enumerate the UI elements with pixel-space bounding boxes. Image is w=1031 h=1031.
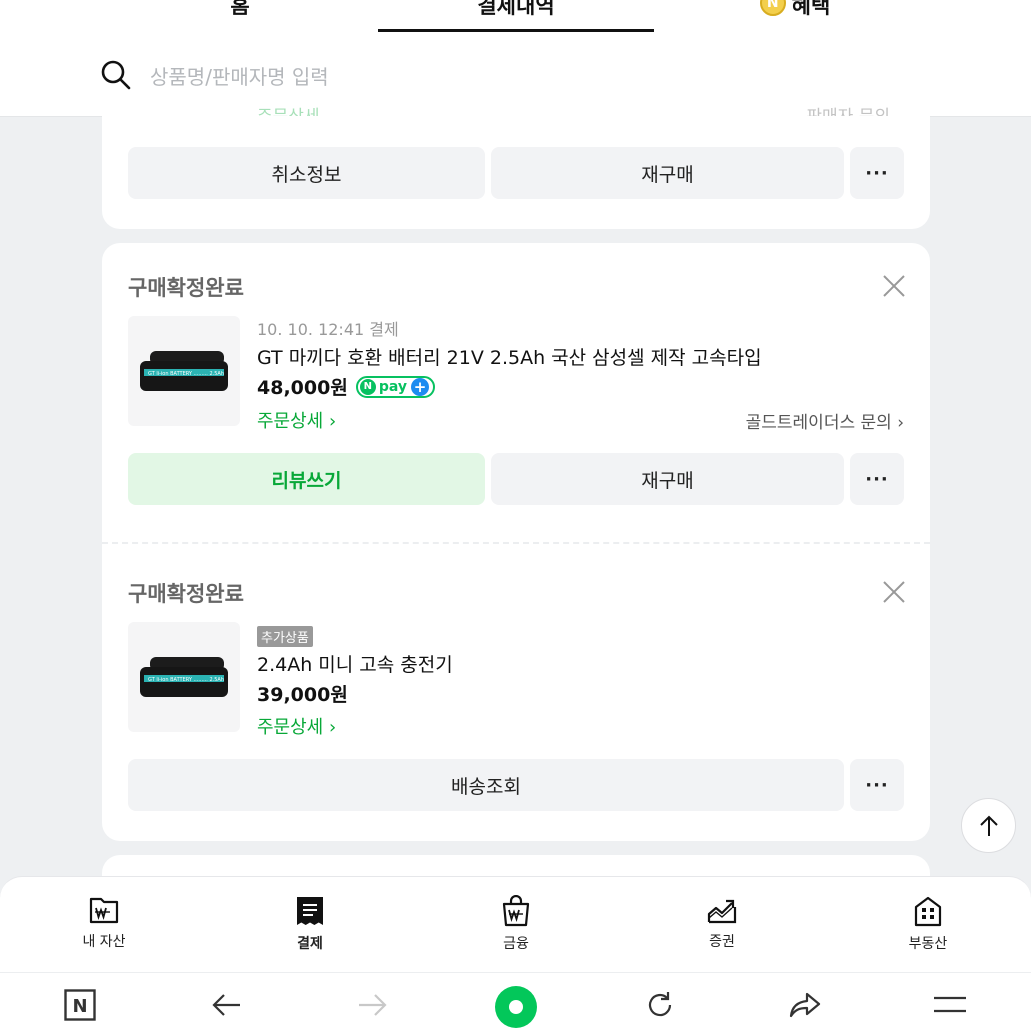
forward-button[interactable]: [355, 990, 389, 1020]
order-card: 구매확정완료 GT li-ion BATTERY ......... 2.5Ah…: [102, 243, 930, 841]
additional-item-tag: 추가상품: [257, 626, 313, 647]
nav-stocks-label: 증권: [709, 934, 735, 950]
npay-plus-icon: +: [410, 377, 429, 396]
npay-badge: N pay +: [355, 375, 435, 398]
search-icon: [101, 60, 131, 90]
rebuy-label: 재구매: [641, 163, 694, 186]
svg-text:GT li-ion BATTERY ......... 2.: GT li-ion BATTERY ......... 2.5Ah: [148, 677, 224, 683]
back-button[interactable]: [210, 990, 244, 1020]
coin-icon: N: [759, 0, 786, 16]
tab-home-label: 홈: [230, 0, 250, 18]
price-value: 48,000원: [257, 377, 348, 399]
green-dot-icon: [495, 986, 537, 1028]
rebuy-button[interactable]: 재구매: [491, 453, 844, 505]
more-button[interactable]: ···: [850, 147, 904, 199]
rebuy-button[interactable]: 재구매: [491, 147, 844, 199]
product-price: 39,000원: [257, 680, 348, 707]
rebuy-label: 재구매: [641, 469, 694, 492]
write-review-label: 리뷰쓰기: [271, 469, 342, 492]
more-icon: ···: [865, 162, 889, 184]
product-thumbnail[interactable]: GT li-ion BATTERY ......... 2.5Ah: [128, 622, 240, 732]
close-icon[interactable]: [882, 274, 906, 298]
green-dot-button[interactable]: [494, 985, 538, 1029]
order-detail-link[interactable]: 주문상세 ›: [257, 713, 336, 739]
npay-n-icon: N: [359, 378, 376, 395]
order-status: 구매확정완료: [128, 582, 244, 606]
refresh-icon: [648, 992, 672, 1017]
delivery-tracking-label: 배송조회: [451, 775, 521, 798]
refresh-button[interactable]: [643, 990, 677, 1020]
write-review-button[interactable]: 리뷰쓰기: [128, 453, 485, 505]
share-icon: [789, 992, 821, 1018]
browser-toolbar: N: [0, 972, 1031, 1031]
order-detail-link-partial[interactable]: 주문상세: [257, 102, 320, 116]
tab-benefits-label: 혜택: [791, 0, 831, 18]
nav-finance-label: 금융: [503, 936, 529, 952]
tab-payments-label: 결제내역: [477, 0, 555, 18]
nav-payments-label: 결제: [297, 936, 323, 952]
nav-real-estate[interactable]: 부동산: [878, 895, 978, 953]
forward-arrow-icon: [359, 994, 387, 1016]
more-icon: ···: [865, 774, 889, 796]
building-icon: [914, 896, 942, 927]
order-card-previous: 주문상세 판매자 문의 취소정보 재구매 ···: [102, 100, 930, 229]
tab-benefits[interactable]: N 혜택: [740, 0, 850, 32]
order-datetime: 10. 10. 12:41 결제: [257, 320, 399, 339]
search-bar[interactable]: 상품명/판매자명 입력: [100, 58, 329, 92]
more-button[interactable]: ···: [850, 759, 904, 811]
wallet-icon: [89, 897, 119, 924]
seller-inquiry-link[interactable]: 골드트레이더스 문의 ›: [746, 408, 904, 433]
nav-my-assets-label: 내 자산: [82, 934, 126, 950]
tab-home[interactable]: 홈: [200, 0, 280, 32]
delivery-tracking-button[interactable]: 배송조회: [128, 759, 844, 811]
cancel-info-label: 취소정보: [271, 163, 342, 186]
stock-chart-icon: [707, 899, 737, 924]
search-input[interactable]: 상품명/판매자명 입력: [150, 61, 329, 90]
dashed-divider: [102, 542, 930, 544]
charger-image-icon: GT li-ion BATTERY ......... 2.5Ah: [140, 657, 228, 697]
more-icon: ···: [865, 468, 889, 490]
product-price: 48,000원 N pay +: [257, 373, 435, 400]
naver-home-icon: N: [64, 989, 96, 1021]
arrow-up-icon: [979, 815, 998, 836]
seller-inquiry-link-partial[interactable]: 판매자 문의: [806, 102, 890, 116]
svg-text:GT li-ion BATTERY ......... 2.: GT li-ion BATTERY ......... 2.5Ah: [148, 371, 224, 377]
product-thumbnail[interactable]: GT li-ion BATTERY ......... 2.5Ah: [128, 316, 240, 426]
npay-label: pay: [378, 378, 407, 395]
order-status: 구매확정완료: [128, 276, 244, 300]
menu-icon: [934, 996, 966, 1013]
menu-button[interactable]: [933, 990, 967, 1020]
share-button[interactable]: [788, 990, 822, 1020]
nav-stocks[interactable]: 증권: [672, 895, 772, 951]
order-detail-link[interactable]: 주문상세 ›: [257, 407, 336, 433]
product-name[interactable]: GT 마끼다 호환 배터리 21V 2.5Ah 국산 삼성셀 제작 고속타입: [257, 343, 762, 370]
back-arrow-icon: [212, 994, 240, 1016]
naver-home-button[interactable]: N: [63, 989, 97, 1021]
scroll-top-button[interactable]: [961, 798, 1016, 853]
price-value: 39,000원: [257, 684, 348, 706]
battery-image-icon: GT li-ion BATTERY ......... 2.5Ah: [140, 351, 228, 391]
bottom-navigation: 내 자산 결제 금융 증권 부동산: [0, 876, 1031, 972]
product-name[interactable]: 2.4Ah 미니 고속 충전기: [257, 650, 453, 677]
naver-home-letter: N: [72, 996, 87, 1017]
nav-finance[interactable]: 금융: [466, 895, 566, 953]
more-button[interactable]: ···: [850, 453, 904, 505]
close-icon[interactable]: [882, 580, 906, 604]
nav-my-assets[interactable]: 내 자산: [54, 895, 154, 951]
receipt-icon: [297, 897, 323, 925]
cancel-info-button[interactable]: 취소정보: [128, 147, 485, 199]
nav-real-estate-label: 부동산: [908, 936, 948, 952]
tab-payments[interactable]: 결제내역: [378, 0, 654, 32]
money-bag-icon: [502, 895, 530, 927]
nav-payments[interactable]: 결제: [260, 895, 360, 953]
